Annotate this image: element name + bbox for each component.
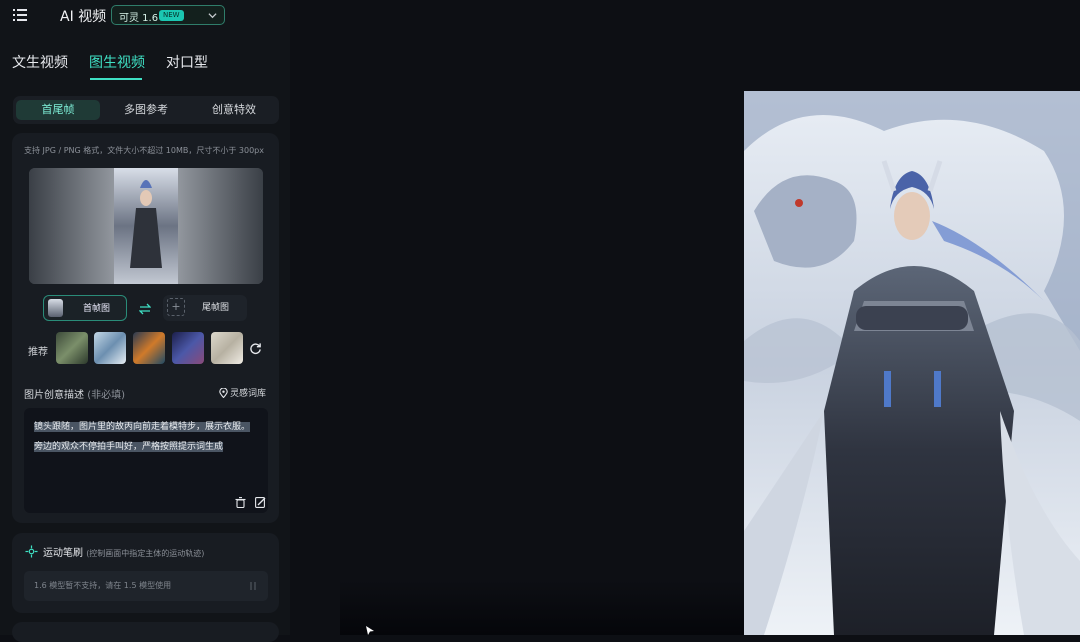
- recommend-label: 推荐: [28, 347, 48, 358]
- first-frame-thumb: [48, 299, 63, 317]
- last-frame-button[interactable]: + 尾帧图: [163, 295, 247, 321]
- last-frame-label: 尾帧图: [202, 303, 230, 313]
- motion-brush-icon: [25, 545, 38, 558]
- subtab-creative-effects[interactable]: 创意特效: [192, 100, 276, 120]
- recommend-thumbnail[interactable]: [172, 332, 204, 364]
- recommend-thumbnail[interactable]: [211, 332, 243, 364]
- upload-hint: 支持 JPG / PNG 格式，文件大小不超过 10MB，尺寸不小于 300px: [24, 146, 264, 155]
- cursor-icon: [366, 626, 374, 635]
- next-settings-card: [12, 622, 279, 642]
- motion-brush-card: 运动笔刷 (控制画面中指定主体的运动轨迹) 1.6 模型暂不支持，请在 1.5 …: [12, 533, 279, 613]
- inspiration-library-link[interactable]: 灵感词库: [219, 386, 266, 399]
- image-upload-card: 支持 JPG / PNG 格式，文件大小不超过 10MB，尺寸不小于 300px…: [12, 133, 279, 523]
- recommend-thumbnail[interactable]: [133, 332, 165, 364]
- recommend-thumbnail[interactable]: [94, 332, 126, 364]
- left-panel: AI 视频 可灵 1.6 NEW 文生视频 图生视频 对口型 首尾帧 多图参考 …: [0, 0, 290, 642]
- subtab-first-last-frame[interactable]: 首尾帧: [16, 100, 100, 120]
- warrior-dragon-artwork: [744, 91, 1080, 635]
- tab-image-to-video[interactable]: 图生视频: [89, 52, 145, 72]
- refresh-icon[interactable]: [249, 342, 262, 355]
- sub-tabs: 首尾帧 多图参考 创意特效: [13, 96, 279, 124]
- tab-text-to-video[interactable]: 文生视频: [12, 52, 68, 72]
- uploaded-image-thumbnail: [114, 168, 178, 284]
- motion-brush-subtitle: (控制画面中指定主体的运动轨迹): [86, 549, 205, 558]
- model-select-label: 可灵 1.6: [119, 13, 159, 24]
- preview-shadow: [340, 580, 744, 635]
- description-textarea[interactable]: 镜头跟随，图片里的故丙向前走着模特步，展示衣服。 旁边的观众不停拍手叫好，严格按…: [24, 408, 268, 513]
- edit-note-icon[interactable]: [255, 497, 266, 508]
- recommend-thumbnail[interactable]: [56, 332, 88, 364]
- new-badge: NEW: [159, 10, 184, 21]
- inspiration-library-label: 灵感词库: [230, 389, 267, 399]
- chevron-down-icon: [208, 13, 217, 19]
- motion-brush-box: 1.6 模型暂不支持，请在 1.5 模型使用: [24, 571, 268, 601]
- top-bar: AI 视频 可灵 1.6 NEW: [0, 0, 290, 32]
- subtab-multi-image[interactable]: 多图参考: [104, 100, 188, 120]
- description-title: 图片创意描述 (非必填): [24, 386, 125, 401]
- description-optional: (非必填): [87, 390, 125, 401]
- motion-brush-title: 运动笔刷 (控制画面中指定主体的运动轨迹): [43, 544, 204, 559]
- first-frame-button[interactable]: 首帧图: [43, 295, 127, 321]
- upload-area[interactable]: [29, 168, 263, 284]
- menu-icon[interactable]: [13, 8, 27, 22]
- description-line: 镜头跟随，图片里的故丙向前走着模特步，展示衣服。: [34, 422, 251, 432]
- description-title-text: 图片创意描述: [24, 390, 84, 401]
- swap-icon[interactable]: [139, 303, 151, 315]
- motion-brush-note: 1.6 模型暂不支持，请在 1.5 模型使用: [34, 581, 172, 590]
- location-pin-icon: [219, 387, 228, 399]
- video-preview-image: [744, 91, 1080, 635]
- add-last-frame-icon: +: [167, 298, 185, 316]
- active-tab-underline: [90, 78, 142, 80]
- model-select[interactable]: 可灵 1.6 NEW: [111, 5, 225, 25]
- trash-icon[interactable]: [235, 497, 246, 508]
- description-line: 旁边的观众不停拍手叫好，严格按照提示词生成: [34, 442, 224, 452]
- grip-icon: [250, 582, 256, 590]
- description-text: 镜头跟随，图片里的故丙向前走着模特步，展示衣服。 旁边的观众不停拍手叫好，严格按…: [34, 417, 262, 457]
- app-title: AI 视频: [60, 9, 107, 25]
- tab-lip-sync[interactable]: 对口型: [166, 52, 208, 72]
- first-frame-label: 首帧图: [83, 304, 111, 314]
- motion-brush-title-text: 运动笔刷: [43, 548, 83, 559]
